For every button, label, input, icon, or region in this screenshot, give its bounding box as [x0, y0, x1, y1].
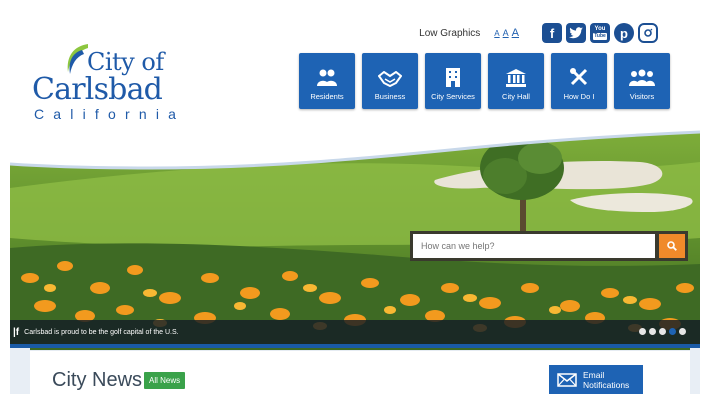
site-search: [410, 231, 688, 261]
hero-top-wave: [10, 128, 700, 170]
all-news-button[interactable]: All News: [144, 372, 186, 389]
slide-dot[interactable]: [649, 328, 656, 335]
youtube-icon[interactable]: You Tube: [590, 23, 610, 43]
nav-residents-button[interactable]: Residents: [299, 53, 355, 109]
slide-indicators: [639, 328, 686, 335]
nav-business-label: Business: [374, 92, 406, 101]
nav-city-services-label: City Services: [431, 92, 475, 101]
logo-text-line3: California: [34, 106, 186, 122]
slide-dot-active[interactable]: [669, 328, 676, 335]
slide-dot[interactable]: [679, 328, 686, 335]
logo-swoosh-icon: [67, 44, 88, 74]
nav-residents-label: Residents: [310, 92, 344, 101]
news-side-panel-left: [10, 348, 30, 394]
city-news-section: City News All News Email Notifications: [30, 350, 690, 394]
hero-caption-text: Carlsbad is proud to be the golf capital…: [24, 328, 179, 336]
utility-bar: Low Graphics AAA f You Tube p: [419, 22, 658, 44]
instagram-icon[interactable]: [638, 23, 658, 43]
nav-city-services-button[interactable]: City Services: [425, 53, 481, 109]
nav-how-do-i-button[interactable]: How Do I: [551, 53, 607, 109]
text-size-medium[interactable]: A: [503, 28, 509, 38]
nav-visitors-label: Visitors: [629, 92, 655, 101]
search-icon: [667, 241, 677, 251]
tools-icon: [570, 68, 588, 86]
slide-dot[interactable]: [659, 328, 666, 335]
email-label-line1: Email: [583, 370, 605, 380]
news-side-panel-right: [690, 348, 700, 394]
city-logo[interactable]: City of Carlsbad California: [30, 42, 176, 132]
nav-city-hall-button[interactable]: City Hall: [488, 53, 544, 109]
low-graphics-link[interactable]: Low Graphics: [419, 28, 480, 39]
search-button[interactable]: [659, 234, 685, 258]
main-nav: Residents Business City Services City Ha…: [299, 53, 670, 109]
caption-marker-icon: |f: [13, 326, 20, 338]
text-size-large[interactable]: A: [512, 27, 519, 39]
pinterest-icon[interactable]: p: [614, 23, 634, 43]
email-notifications-button[interactable]: Email Notifications: [549, 365, 643, 394]
search-input[interactable]: [413, 234, 655, 258]
handshake-icon: [378, 71, 402, 87]
city-hall-icon: [506, 69, 526, 87]
building-icon: [446, 68, 460, 87]
people-icon: [317, 69, 337, 86]
nav-business-button[interactable]: Business: [362, 53, 418, 109]
email-notifications-label: Email Notifications: [583, 370, 629, 390]
social-links: f You Tube p: [542, 23, 658, 43]
nav-how-do-i-label: How Do I: [563, 92, 595, 101]
text-size-controls: AAA: [494, 27, 522, 39]
text-size-small[interactable]: A: [494, 29, 499, 38]
email-label-line2: Notifications: [583, 380, 630, 390]
logo-text-line2: Carlsbad: [32, 72, 163, 107]
nav-city-hall-label: City Hall: [502, 92, 530, 101]
slide-dot[interactable]: [639, 328, 646, 335]
group-icon: [629, 69, 655, 86]
envelope-icon: [557, 373, 577, 387]
nav-visitors-button[interactable]: Visitors: [614, 53, 670, 109]
twitter-icon[interactable]: [566, 23, 586, 43]
facebook-icon[interactable]: f: [542, 23, 562, 43]
city-news-title: City News: [52, 369, 143, 391]
hero-caption-bar: |f Carlsbad is proud to be the golf capi…: [10, 320, 700, 344]
hero-bottom-strip: [10, 344, 700, 348]
